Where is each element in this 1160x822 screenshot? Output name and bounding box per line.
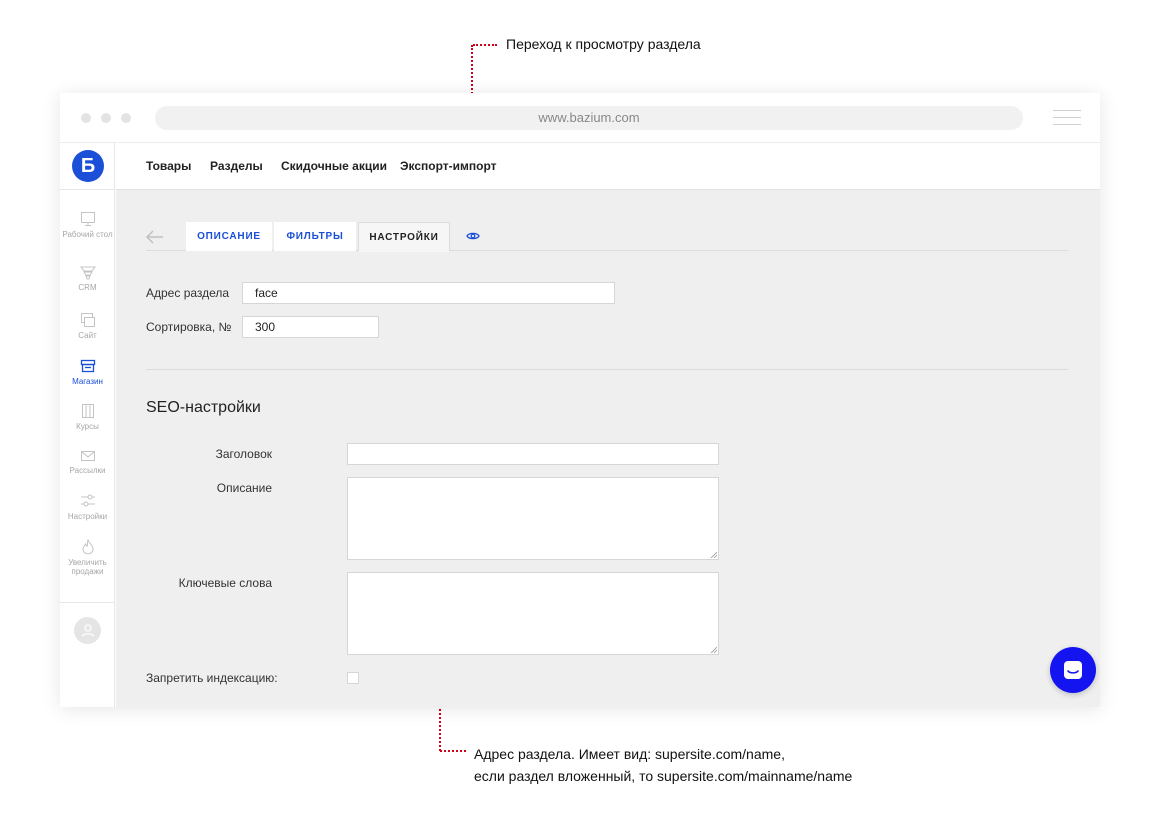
address-label: Адрес раздела [146, 286, 230, 300]
nav-item-products[interactable]: Товары [146, 159, 191, 173]
flame-icon [81, 539, 94, 555]
browser-toolbar: www.bazium.com [60, 93, 1100, 143]
sliders-icon [80, 494, 95, 507]
site-icon [80, 313, 95, 327]
seo-description-textarea[interactable] [347, 477, 719, 560]
annotation-address-line1: Адрес раздела. Имеет вид: supersite.com/… [474, 746, 785, 762]
sidebar-item-courses[interactable]: Курсы [60, 403, 115, 431]
logo[interactable]: Б [72, 150, 104, 182]
funnel-icon [79, 266, 96, 280]
seo-section-title: SEO-настройки [146, 399, 261, 416]
tab-settings[interactable]: НАСТРОЙКИ [358, 222, 450, 252]
seo-heading-label: Заголовок [215, 447, 272, 461]
resize-grip-icon[interactable] [710, 551, 717, 558]
sidebar-item-label: Курсы [76, 422, 99, 431]
sidebar-item-label: Настройки [67, 512, 108, 521]
main-content: ОПИСАНИЕ ФИЛЬТРЫ НАСТРОЙКИ Адрес раздела… [116, 190, 1100, 707]
window-dot-close[interactable] [81, 113, 91, 123]
window-dot-maximize[interactable] [121, 113, 131, 123]
annotation-line-bottom-h [440, 750, 466, 752]
annotation-address-line2: если раздел вложенный, то supersite.com/… [474, 768, 853, 784]
seo-keywords-label: Ключевые слова [178, 576, 272, 590]
sidebar-item-settings[interactable]: Настройки [60, 493, 115, 521]
sidebar-item-crm[interactable]: CRM [60, 266, 115, 292]
envelope-icon [80, 451, 95, 461]
tab-filters[interactable]: ФИЛЬТРЫ [274, 222, 356, 251]
avatar[interactable] [74, 617, 101, 644]
courses-icon [81, 404, 94, 418]
back-arrow-icon[interactable] [146, 230, 164, 244]
resize-grip-icon[interactable] [710, 646, 717, 653]
annotation-line-top-h [473, 44, 497, 46]
window-dot-minimize[interactable] [101, 113, 111, 123]
sidebar: Б Рабочий стол CRM Сайт Магазин Курсы Ра… [60, 143, 115, 707]
user-icon [81, 624, 94, 637]
sidebar-item-increase-sales[interactable]: Увеличить продажи [60, 539, 115, 576]
sidebar-item-label: Сайт [78, 331, 97, 340]
noindex-checkbox[interactable] [347, 672, 359, 684]
sidebar-item-label: Магазин [72, 377, 103, 386]
seo-keywords-textarea[interactable] [347, 572, 719, 655]
annotation-address-note: Адрес раздела. Имеет вид: supersite.com/… [474, 743, 852, 787]
chat-button[interactable] [1050, 647, 1096, 693]
shop-icon [80, 359, 95, 373]
sidebar-item-label: CRM [78, 283, 97, 292]
annotation-view-section: Переход к просмотру раздела [506, 36, 701, 52]
browser-window: www.bazium.com Б Рабочий стол CRM Сайт М… [60, 93, 1100, 707]
sidebar-item-label: Увеличить продажи [68, 558, 107, 576]
sidebar-item-desktop[interactable]: Рабочий стол [60, 211, 115, 239]
sort-input[interactable]: 300 [242, 316, 379, 338]
address-input[interactable]: face [242, 282, 615, 304]
sidebar-item-label: Рассылки [69, 466, 106, 475]
eye-icon[interactable] [466, 231, 480, 241]
seo-description-label: Описание [216, 481, 272, 495]
sidebar-item-shop[interactable]: Магазин [60, 358, 115, 386]
nav-item-export-import[interactable]: Экспорт-импорт [400, 159, 497, 173]
section-divider [146, 369, 1068, 370]
sidebar-item-mailings[interactable]: Рассылки [60, 449, 115, 475]
sidebar-item-site[interactable]: Сайт [60, 312, 115, 340]
sidebar-item-label: Рабочий стол [62, 230, 113, 239]
nav-item-discounts[interactable]: Скидочные акции [281, 159, 387, 173]
noindex-label: Запретить индексацию: [146, 671, 278, 685]
sort-label: Сортировка, № [146, 320, 232, 334]
monitor-icon [80, 212, 95, 226]
nav-item-sections[interactable]: Разделы [210, 159, 263, 173]
sidebar-divider [60, 189, 115, 190]
seo-heading-input[interactable] [347, 443, 719, 465]
top-navigation: Товары Разделы Скидочные акции Экспорт-и… [116, 143, 1100, 190]
sidebar-divider [60, 602, 115, 603]
browser-menu-icon[interactable] [1053, 110, 1081, 131]
chat-icon [1064, 661, 1082, 679]
url-bar[interactable]: www.bazium.com [155, 106, 1023, 130]
tab-description[interactable]: ОПИСАНИЕ [186, 222, 272, 251]
